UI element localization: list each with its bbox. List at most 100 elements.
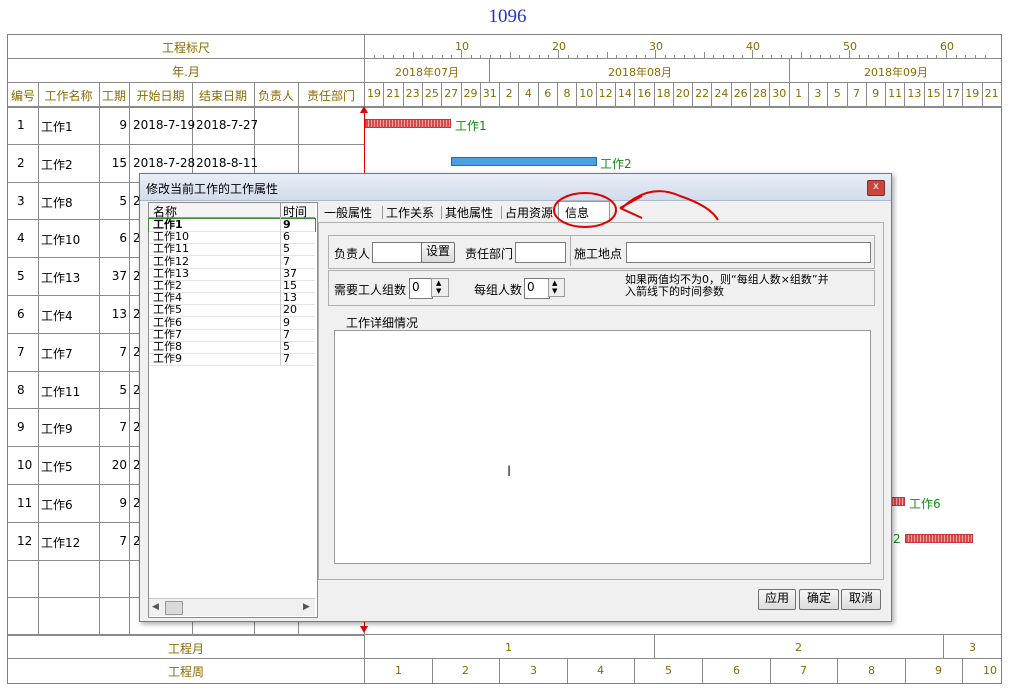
spin-down-icon[interactable]: ▼ [552, 287, 557, 295]
row-id[interactable]: 9 [17, 420, 25, 434]
row-name[interactable]: 工作2 [41, 156, 73, 173]
footer-week: 4 [597, 664, 604, 677]
row-name[interactable]: 工作1 [41, 118, 73, 135]
row-dur[interactable]: 15 [100, 156, 127, 170]
row-start[interactable]: 2018-7-28 [133, 156, 195, 170]
row-id[interactable]: 12 [17, 534, 32, 548]
row-id[interactable]: 1 [17, 118, 25, 132]
list-item[interactable]: 工作6 9 [149, 316, 315, 329]
row-dur[interactable]: 5 [100, 383, 127, 397]
row-id[interactable]: 6 [17, 307, 25, 321]
row-dur[interactable]: 20 [100, 458, 127, 472]
close-icon[interactable]: x [867, 180, 885, 196]
col-owner[interactable]: 负责人 [254, 87, 298, 104]
col-end[interactable]: 结束日期 [192, 87, 254, 104]
list-item[interactable]: 工作13 37 [149, 266, 315, 280]
apply-button[interactable]: 应用 [758, 589, 796, 610]
day-label: 21 [984, 87, 999, 100]
row-id[interactable]: 3 [17, 194, 25, 208]
spin-down-icon[interactable]: ▼ [436, 287, 441, 295]
row-id[interactable]: 5 [17, 269, 25, 283]
row-name[interactable]: 工作12 [41, 534, 80, 551]
list-item[interactable]: 工作10 6 [149, 231, 315, 243]
day-label: 29 [463, 87, 478, 100]
col-name[interactable]: 工作名称 [38, 87, 99, 104]
gantt-bar[interactable] [905, 534, 973, 543]
list-item[interactable]: 工作9 7 [149, 353, 315, 365]
list-item[interactable]: 工作8 5 [149, 341, 315, 353]
col-id[interactable]: 编号 [8, 87, 38, 104]
scroll-right-icon[interactable]: ▶ [303, 602, 310, 612]
list-item[interactable]: 工作12 7 [149, 255, 315, 268]
row-name[interactable]: 工作5 [41, 458, 73, 475]
day-label: 13 [907, 87, 922, 100]
list-item[interactable]: 工作11 5 [149, 243, 315, 255]
row-dur[interactable]: 13 [100, 307, 127, 321]
list-item-time: 37 [283, 266, 297, 280]
day-label: 26 [733, 87, 748, 100]
gantt-bar[interactable] [890, 497, 905, 506]
dialog-titlebar[interactable]: 修改当前工作的工作属性 x [140, 174, 891, 201]
row-dur[interactable]: 37 [100, 269, 127, 283]
tab-resources[interactable]: 占用资源 [505, 204, 553, 221]
row-id[interactable]: 8 [17, 383, 25, 397]
row-name[interactable]: 工作10 [41, 231, 80, 248]
col-dept[interactable]: 责任部门 [298, 87, 364, 104]
row-name[interactable]: 工作11 [41, 383, 80, 400]
row-dur[interactable]: 6 [100, 231, 127, 245]
row-name[interactable]: 工作6 [41, 496, 73, 513]
spin-up-icon[interactable]: ▲ [552, 279, 557, 287]
row-id[interactable]: 7 [17, 345, 25, 359]
list-item[interactable]: 工作4 13 [149, 292, 315, 304]
per-group-input[interactable]: 0 [524, 278, 550, 299]
row-dur[interactable]: 7 [100, 345, 127, 359]
row-end[interactable]: 2018-7-27 [196, 118, 258, 132]
row-name[interactable]: 工作7 [41, 345, 73, 362]
row-id[interactable]: 2 [17, 156, 25, 170]
row-id[interactable]: 4 [17, 231, 25, 245]
groups-input[interactable]: 0 [409, 278, 433, 299]
row-start[interactable]: 2018-7-19 [133, 118, 195, 132]
row-name[interactable]: 工作9 [41, 420, 73, 437]
dept-input[interactable] [515, 242, 566, 263]
per-group-spinner[interactable]: ▲ ▼ [548, 278, 565, 297]
row-name[interactable]: 工作13 [41, 269, 80, 286]
tab-relations[interactable]: 工作关系 [386, 204, 434, 221]
col-duration[interactable]: 工期 [99, 87, 129, 104]
row-end[interactable]: 2018-8-11 [196, 156, 258, 170]
cancel-button[interactable]: 取消 [841, 589, 881, 610]
col-start[interactable]: 开始日期 [129, 87, 192, 104]
footer-week: 5 [665, 664, 672, 677]
ruler-tick-label: 10 [455, 40, 469, 53]
ok-button[interactable]: 确定 [799, 589, 839, 610]
scroll-thumb[interactable] [165, 601, 183, 615]
row-name[interactable]: 工作4 [41, 307, 73, 324]
day-label: 16 [637, 87, 652, 100]
row-name[interactable]: 工作8 [41, 194, 73, 211]
row-dur[interactable]: 9 [100, 496, 127, 510]
row-dur[interactable]: 9 [100, 118, 127, 132]
groups-label: 需要工人组数 [334, 283, 407, 297]
owner-input[interactable] [372, 242, 422, 263]
site-input[interactable] [626, 242, 871, 263]
row-dur[interactable]: 7 [100, 534, 127, 548]
tab-other[interactable]: 其他属性 [445, 204, 493, 221]
scroll-left-icon[interactable]: ◀ [152, 602, 159, 612]
row-id[interactable]: 11 [17, 496, 32, 510]
gantt-bar[interactable] [451, 157, 597, 166]
row-id[interactable]: 10 [17, 458, 32, 472]
set-button[interactable]: 设置 [421, 242, 455, 263]
list-item[interactable]: 工作1 9 [148, 218, 316, 232]
list-item[interactable]: 工作2 15 [149, 280, 315, 292]
list-hscrollbar[interactable]: ◀ ▶ [149, 598, 315, 616]
detail-textarea[interactable] [334, 330, 871, 564]
gantt-bar[interactable] [365, 119, 451, 128]
spin-up-icon[interactable]: ▲ [436, 279, 441, 287]
groups-spinner[interactable]: ▲ ▼ [431, 278, 449, 297]
detail-label: 工作详细情况 [346, 316, 419, 330]
list-item[interactable]: 工作5 20 [149, 304, 315, 316]
tab-general[interactable]: 一般属性 [324, 204, 372, 221]
list-item[interactable]: 工作7 7 [149, 328, 315, 341]
row-dur[interactable]: 7 [100, 420, 127, 434]
row-dur[interactable]: 5 [100, 194, 127, 208]
